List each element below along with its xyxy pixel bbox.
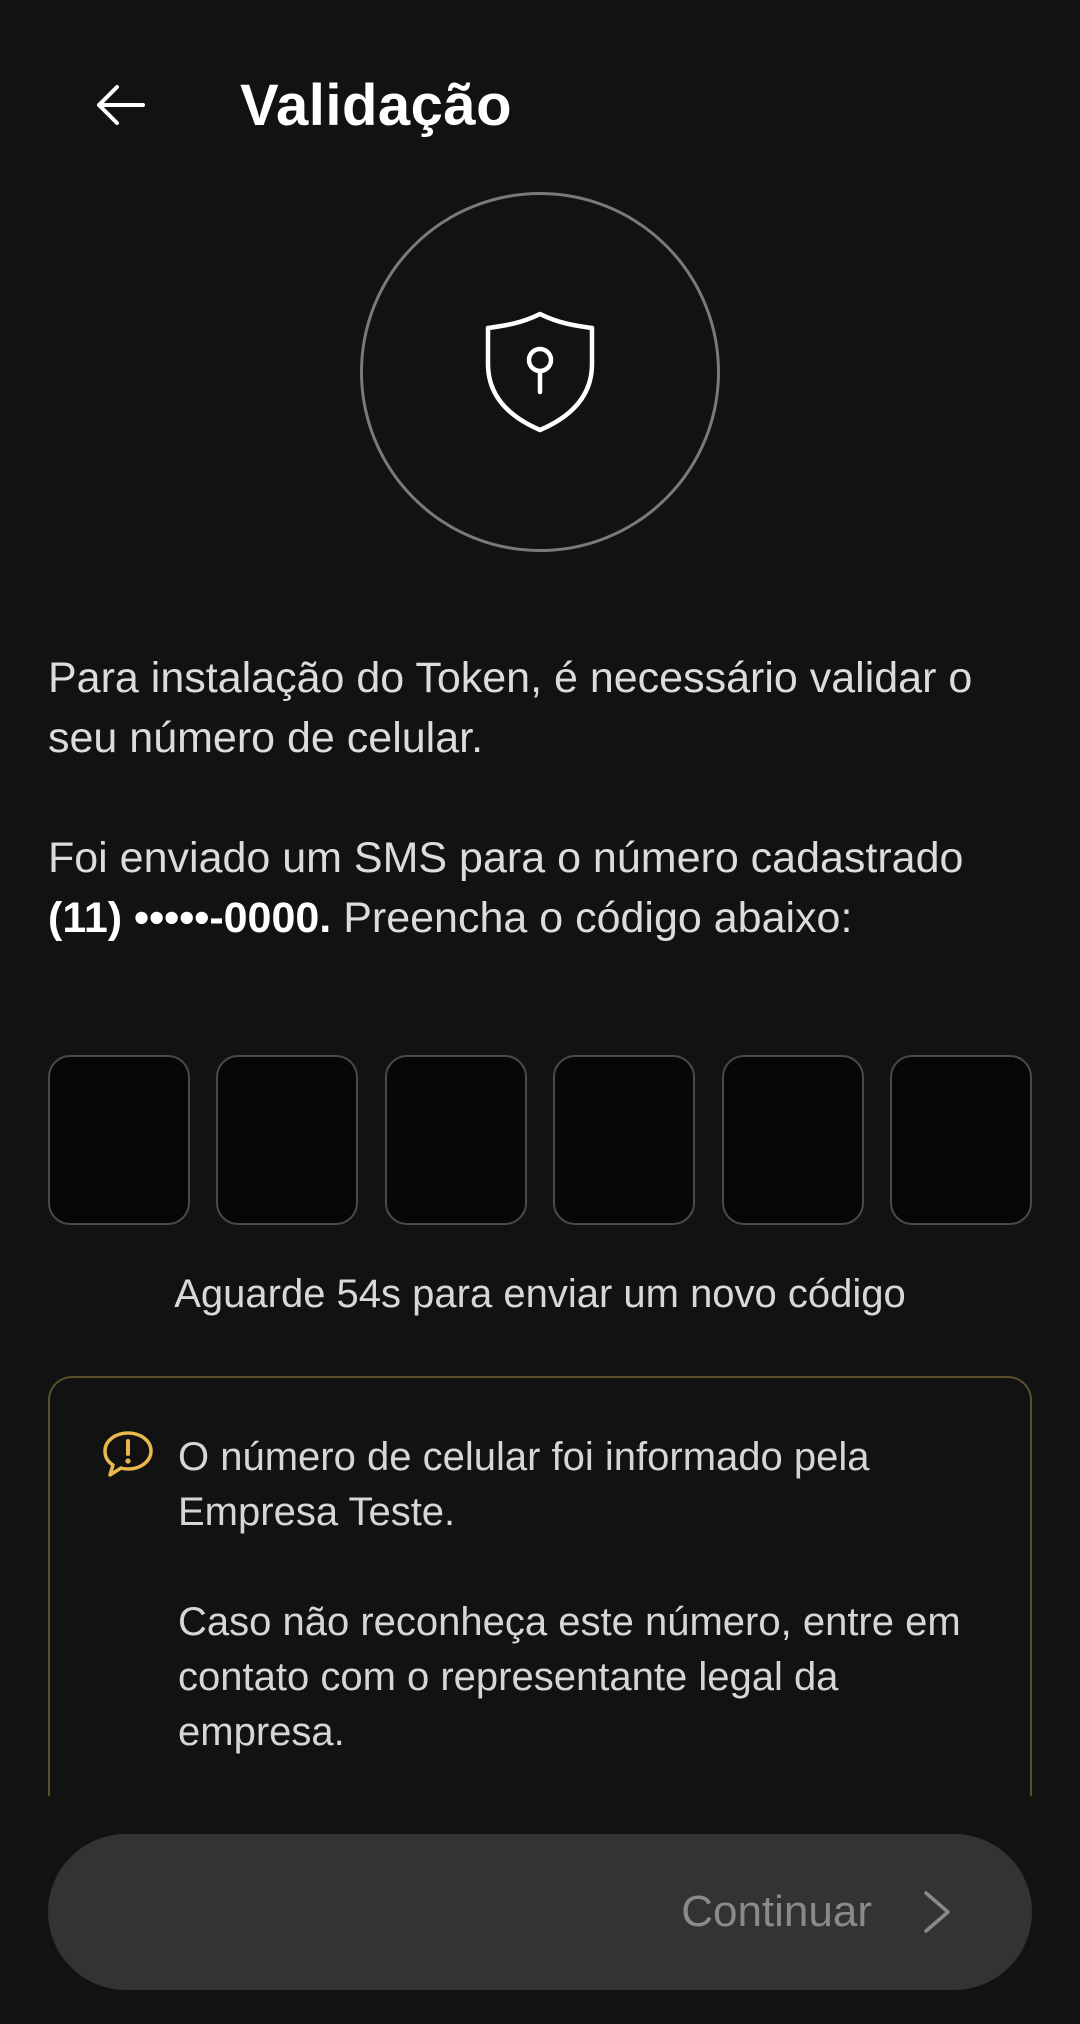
resend-timer-text: Aguarde 54s para enviar um novo código bbox=[174, 1272, 906, 1316]
otp-code-inputs bbox=[48, 1055, 1032, 1225]
validation-screen: Validação Para instalação do Token, é ne… bbox=[0, 0, 1080, 2024]
otp-digit-1[interactable] bbox=[48, 1055, 190, 1225]
app-header: Validação bbox=[0, 60, 1080, 150]
masked-phone-number: (11) •••••-0000. bbox=[48, 894, 332, 942]
otp-digit-5[interactable] bbox=[721, 1055, 864, 1225]
sms-info-text: Foi enviado um SMS para o número cadastr… bbox=[48, 828, 1038, 948]
otp-digit-4[interactable] bbox=[553, 1055, 696, 1225]
notice-line-1: O número de celular foi informado pela E… bbox=[178, 1435, 870, 1534]
page-title: Validação bbox=[240, 73, 513, 138]
alert-speech-bubble-icon bbox=[103, 1431, 153, 1477]
otp-digit-2[interactable] bbox=[216, 1055, 359, 1225]
hero-illustration bbox=[360, 192, 720, 552]
arrow-left-icon bbox=[97, 85, 145, 125]
otp-digit-3[interactable] bbox=[384, 1055, 527, 1225]
shield-keyhole-icon bbox=[485, 311, 595, 433]
chevron-right-icon bbox=[924, 1891, 950, 1933]
back-button[interactable] bbox=[80, 80, 160, 130]
continue-button[interactable]: Continuar bbox=[48, 1834, 1032, 1990]
notice-card: O número de celular foi informado pela E… bbox=[48, 1376, 1032, 1796]
sms-info-suffix: Preencha o código abaixo: bbox=[331, 894, 853, 942]
continue-button-label: Continuar bbox=[681, 1887, 872, 1936]
intro-text: Para instalação do Token, é necessário v… bbox=[48, 654, 973, 762]
otp-digit-6[interactable] bbox=[889, 1055, 1032, 1225]
notice-text: O número de celular foi informado pela E… bbox=[178, 1430, 978, 1760]
sms-info-prefix: Foi enviado um SMS para o número cadastr… bbox=[48, 834, 964, 882]
notice-line-2: Caso não reconheça este número, entre em… bbox=[178, 1600, 961, 1754]
